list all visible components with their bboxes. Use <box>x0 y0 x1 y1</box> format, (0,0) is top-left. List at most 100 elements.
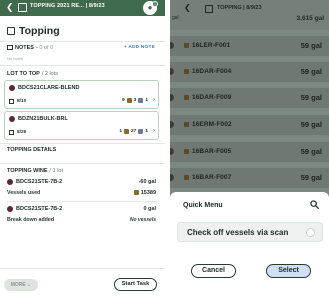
vessel-name: 16ERM-F002 <box>192 121 232 128</box>
more-button[interactable]: MORE ⌄ <box>4 279 38 291</box>
app-header: ❮ TOPPING | 8/9/23 gal 3,615 gal <box>170 0 329 30</box>
back-icon[interactable]: ❮ <box>6 2 14 13</box>
vessel-volume: 59 gal <box>300 120 322 129</box>
task-icon <box>18 3 27 12</box>
status-dot-icon <box>170 174 174 181</box>
notes-section-label: NOTES • 0 of 0 <box>7 45 53 51</box>
lot-name: BDCS21CLARE-BLEND <box>9 85 79 91</box>
page-title-text: Topping <box>19 25 60 37</box>
wine-dot-icon <box>7 179 13 185</box>
status-dot-icon <box>170 94 174 101</box>
page-title: Topping <box>7 23 60 39</box>
topping-lot-name[interactable]: BDCS21STE-7B-2 <box>7 179 62 185</box>
notification-badge: 1 <box>152 1 158 7</box>
vessel-volume: 59 gal <box>300 41 322 50</box>
wine-dot-icon <box>7 206 13 212</box>
search-icon[interactable] <box>310 200 319 209</box>
stat-value: 9 <box>121 98 125 103</box>
vessel-icon <box>126 98 132 103</box>
topping-lot-name[interactable]: BDCS21STE-7B-2 <box>7 206 62 212</box>
cancel-button[interactable]: Cancel <box>191 264 236 278</box>
select-button[interactable]: Select <box>266 264 311 278</box>
app-header: ❮ TOPPING 2021 RE... | 8/9/23 ● 1 <box>0 0 165 16</box>
quick-menu-title: Quick Menu <box>183 202 223 209</box>
vessel-icon <box>133 190 139 195</box>
breakdown-label: Break down added <box>7 217 55 223</box>
vessel-list-screen: ❮ TOPPING | 8/9/23 gal 3,615 gal 16LER-F… <box>170 0 329 299</box>
calendar-icon <box>9 130 14 135</box>
wine-dot-icon <box>9 85 15 91</box>
bottom-action-bar: MORE ⌄ Start Task <box>0 268 165 299</box>
divider <box>0 143 165 144</box>
vessel-volume: 59 gal <box>300 93 322 102</box>
topping-wine-count: / 1 lot <box>49 168 63 174</box>
breakdown-value[interactable]: No vessels <box>130 217 156 223</box>
status-dot-icon <box>170 42 174 49</box>
quick-menu-sheet: Quick Menu Check off vessels via scan Ca… <box>170 192 329 299</box>
lot-to-top-title: LOT TO TOP <box>7 71 40 77</box>
back-icon[interactable]: ❮ <box>184 3 191 12</box>
stat-value: 1 <box>145 129 148 134</box>
start-task-button[interactable]: Start Task <box>114 278 157 291</box>
divider <box>7 201 158 202</box>
vessel-volume: 59 gal <box>300 173 322 182</box>
vessel-volume: 59 gal <box>300 147 322 156</box>
topping-lot-name-text: BDCS21STE-7B-2 <box>16 206 63 212</box>
vessels-used-number: 15389 <box>140 190 156 196</box>
more-label: MORE <box>10 282 26 288</box>
topping-amount: -60 gal <box>138 179 156 185</box>
stat-value: 3 <box>133 98 137 103</box>
calendar-icon <box>9 99 14 104</box>
vessel-volume: 59 gal <box>300 67 322 76</box>
scan-checkoff-option[interactable]: Check off vessels via scan <box>177 222 323 242</box>
topping-wine-label: TOPPING WINE/ 1 lot <box>7 168 63 174</box>
add-note-button[interactable]: + ADD NOTE <box>124 45 155 50</box>
lot-name: BDZN21BULK-BRL <box>9 116 68 122</box>
topping-amount: 0 gal <box>143 206 156 212</box>
vessel-name: 16BAR-F005 <box>192 148 232 155</box>
lot-stats: 9 3 1 <box>122 98 148 103</box>
task-checkbox-icon[interactable] <box>7 27 15 35</box>
vessel-row[interactable]: 16BAR-F007 59 gal <box>170 168 329 188</box>
divider <box>0 163 165 164</box>
status-dot-icon <box>170 68 174 75</box>
unit-label: gal <box>172 15 179 21</box>
stat-value: 1 <box>145 98 148 103</box>
status-dot-icon <box>170 121 174 128</box>
vessel-row[interactable]: 16DAR-F009 59 gal <box>170 88 329 108</box>
vessel-icon <box>184 122 189 127</box>
stat-value: 27 <box>130 129 137 134</box>
vessel-name: 16DAR-F009 <box>192 94 232 101</box>
vessels-used-value[interactable]: 15389 <box>133 190 156 196</box>
divider <box>0 41 165 42</box>
wine-dot-icon <box>9 116 15 122</box>
lot-name-text: BDZN21BULK-BRL <box>18 116 68 122</box>
notes-icon <box>7 45 13 50</box>
vessel-icon <box>184 175 189 180</box>
notes-count: • 0 of 0 <box>35 45 54 51</box>
breadcrumb[interactable]: TOPPING 2021 RE... | 8/9/23 <box>30 3 105 9</box>
barrel-icon <box>138 129 144 134</box>
lot-card[interactable]: BDZN21BULK-BRL 8/29 1 27 1 › <box>4 111 159 140</box>
stat-value: 1 <box>119 129 122 134</box>
vessel-row[interactable]: 16LER-F001 59 gal <box>170 36 329 56</box>
vessel-icon <box>184 43 189 48</box>
lot-stats: 1 27 1 <box>119 129 148 134</box>
lot-name-text: BDCS21CLARE-BLEND <box>18 85 80 91</box>
lot-card[interactable]: BDCS21CLARE-BLEND 8/10 9 3 1 › <box>4 80 159 109</box>
total-volume: 3,615 gal <box>296 15 324 22</box>
vessel-row[interactable]: 16BAR-F005 59 gal <box>170 142 329 162</box>
vessels-used-label: Vessels used <box>7 190 41 196</box>
chevron-right-icon: › <box>153 97 155 103</box>
option-radio[interactable] <box>306 228 315 237</box>
vessel-row[interactable]: 16DAR-F004 59 gal <box>170 62 329 82</box>
task-screen: ❮ TOPPING 2021 RE... | 8/9/23 ● 1 Toppin… <box>0 0 165 299</box>
vessel-name: 16BAR-F007 <box>192 174 232 181</box>
notes-label: NOTES <box>15 45 34 51</box>
vessel-icon <box>184 95 189 100</box>
vessel-icon <box>123 129 129 134</box>
vessel-name: 16LER-F001 <box>192 42 231 49</box>
vessel-icon <box>184 69 189 74</box>
breadcrumb: TOPPING | 8/9/23 <box>217 5 262 11</box>
vessel-row[interactable]: 16ERM-F002 59 gal <box>170 115 329 135</box>
